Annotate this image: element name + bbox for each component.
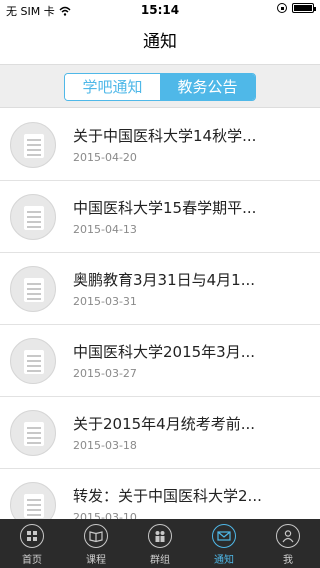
- group-icon: [148, 524, 172, 548]
- notice-date: 2015-03-31: [73, 295, 137, 308]
- tab-label: 群组: [150, 555, 170, 566]
- user-icon: [276, 524, 300, 548]
- tab-notifications[interactable]: 通知: [192, 519, 256, 568]
- notice-date: 2015-03-18: [73, 439, 137, 452]
- notice-date: 2015-04-20: [73, 151, 137, 164]
- notice-title: 中国医科大学15春学期平...: [73, 199, 257, 217]
- book-icon: [84, 524, 108, 548]
- list-item[interactable]: 关于2015年4月统考考前... 2015-03-18: [0, 397, 320, 469]
- document-icon: [10, 122, 56, 168]
- rotation-lock-icon: [277, 3, 287, 13]
- tab-label: 首页: [22, 555, 42, 566]
- tab-groups[interactable]: 群组: [128, 519, 192, 568]
- navigation-bar: 通知: [0, 20, 320, 64]
- notice-title: 中国医科大学2015年3月...: [73, 343, 256, 361]
- document-icon: [10, 338, 56, 384]
- notice-title: 转发：关于中国医科大学2...: [73, 487, 262, 505]
- status-bar: 无 SIM 卡 15:14: [0, 0, 320, 20]
- list-item[interactable]: 中国医科大学2015年3月... 2015-03-27: [0, 325, 320, 397]
- document-icon: [10, 410, 56, 456]
- document-icon: [10, 266, 56, 312]
- segment-xueba-notice[interactable]: 学吧通知: [65, 74, 160, 100]
- mail-icon: [212, 524, 236, 548]
- segment-area: 学吧通知 教务公告: [0, 64, 320, 108]
- list-item[interactable]: 关于中国医科大学14秋学... 2015-04-20: [0, 109, 320, 181]
- status-time: 15:14: [140, 3, 180, 17]
- notice-list[interactable]: 关于中国医科大学14秋学... 2015-04-20 中国医科大学15春学期平.…: [0, 109, 320, 519]
- home-icon: [20, 524, 44, 548]
- battery-icon: [292, 3, 316, 13]
- page-title: 通知: [143, 32, 177, 52]
- document-icon: [10, 194, 56, 240]
- notice-date: 2015-03-27: [73, 367, 137, 380]
- notice-date: 2015-03-10: [73, 511, 137, 519]
- tab-label: 我: [283, 555, 293, 566]
- list-item[interactable]: 转发：关于中国医科大学2... 2015-03-10: [0, 469, 320, 519]
- list-item[interactable]: 奥鹏教育3月31日与4月1... 2015-03-31: [0, 253, 320, 325]
- tab-courses[interactable]: 课程: [64, 519, 128, 568]
- tab-bar: 首页 课程 群组 通知 我: [0, 519, 320, 568]
- notice-title: 关于中国医科大学14秋学...: [73, 127, 257, 145]
- segment-academic-announcement[interactable]: 教务公告: [160, 74, 255, 100]
- tab-label: 通知: [214, 555, 234, 566]
- tab-me[interactable]: 我: [256, 519, 320, 568]
- notice-title: 奥鹏教育3月31日与4月1...: [73, 271, 256, 289]
- segmented-control: 学吧通知 教务公告: [64, 73, 256, 101]
- notice-date: 2015-04-13: [73, 223, 137, 236]
- document-icon: [10, 482, 56, 519]
- list-item[interactable]: 中国医科大学15春学期平... 2015-04-13: [0, 181, 320, 253]
- status-right: [277, 3, 316, 13]
- tab-label: 课程: [86, 555, 106, 566]
- notice-title: 关于2015年4月统考考前...: [73, 415, 256, 433]
- tab-home[interactable]: 首页: [0, 519, 64, 568]
